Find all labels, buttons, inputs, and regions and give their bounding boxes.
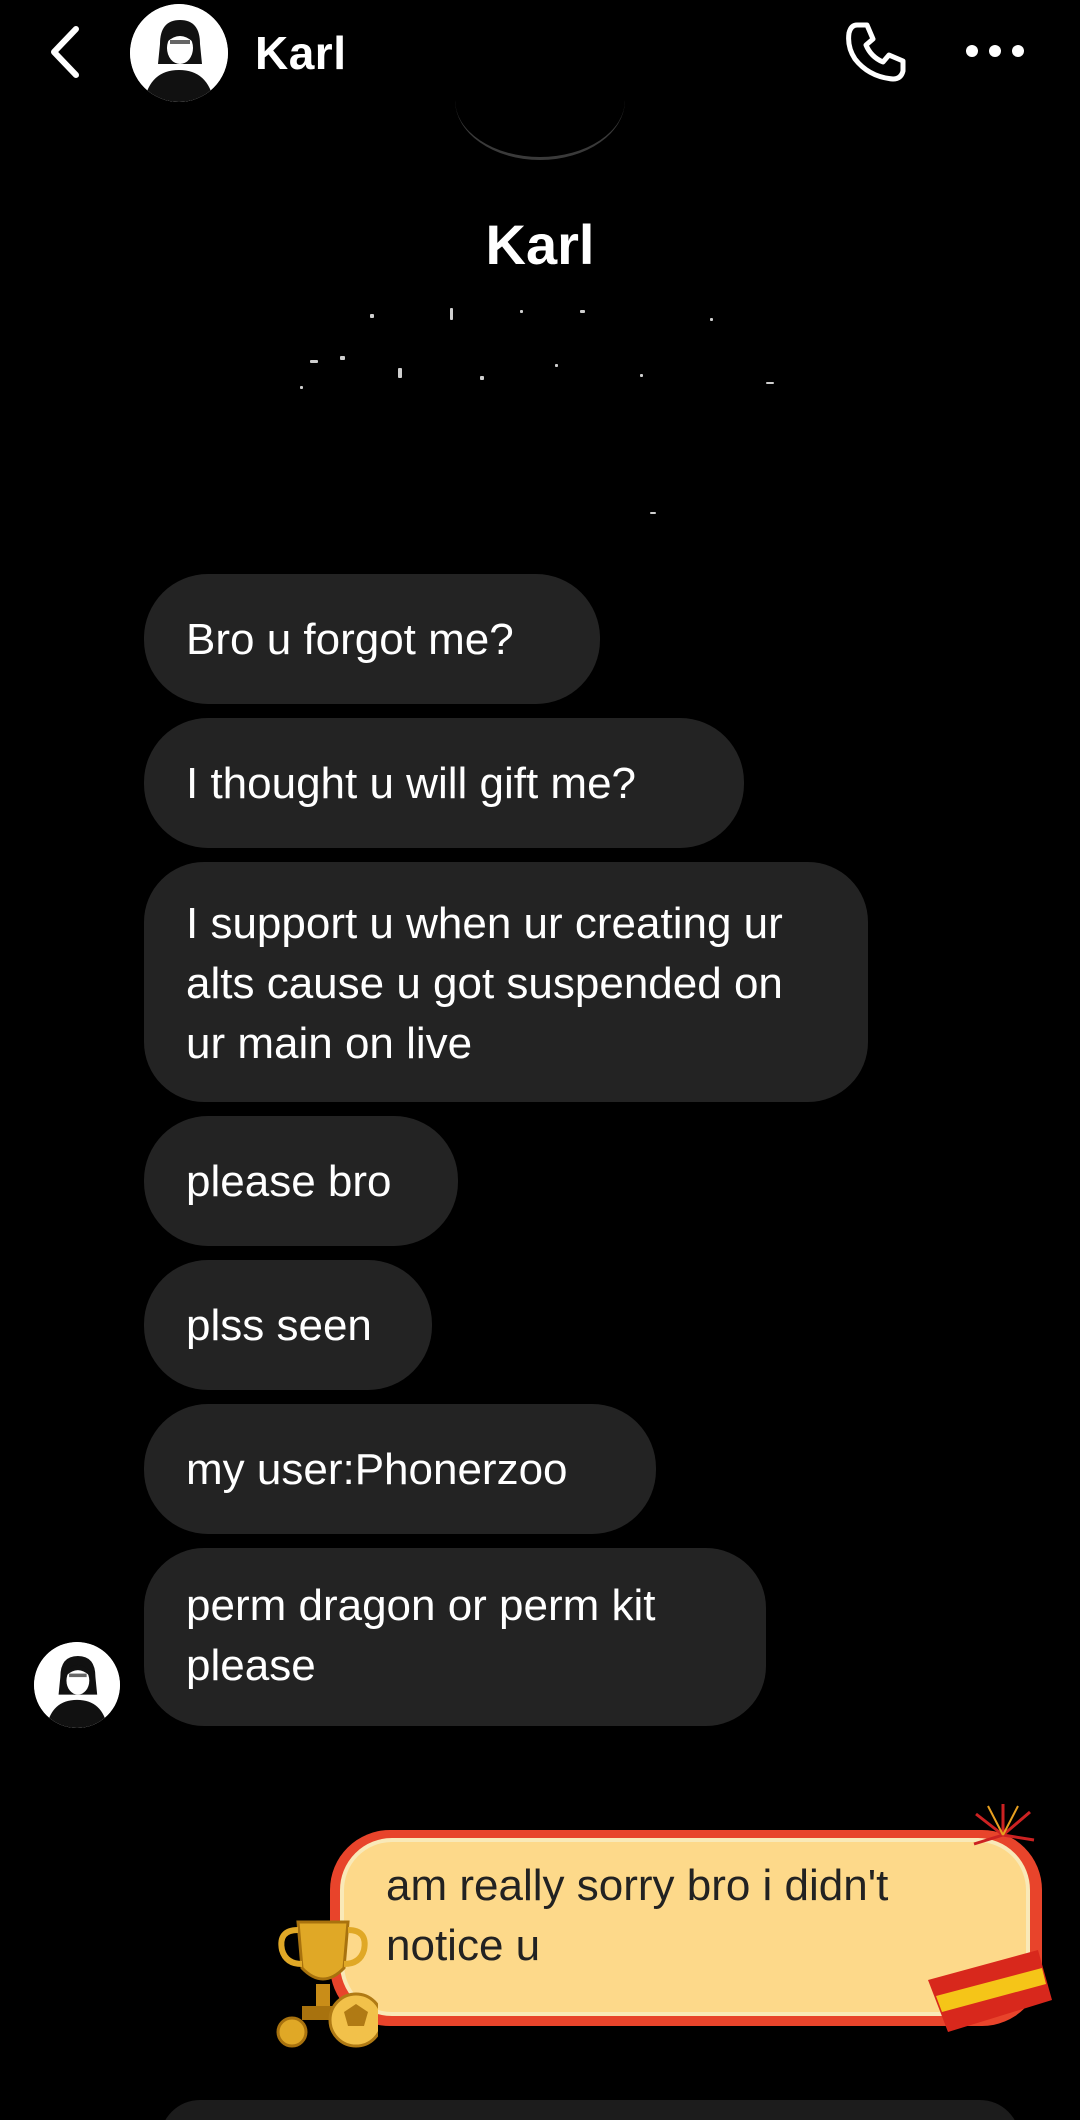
trophy-icon: [276, 1920, 378, 2048]
more-horizontal-icon: [966, 45, 1024, 57]
received-message[interactable]: please bro: [144, 1116, 458, 1246]
message-text: I support u when ur creating ur alts cau…: [186, 899, 783, 1068]
received-message[interactable]: I support u when ur creating ur alts cau…: [144, 862, 868, 1102]
chevron-left-icon: [51, 26, 79, 78]
next-message-edge: [160, 2100, 1020, 2120]
message-text: perm dragon or perm kit please: [186, 1581, 656, 1690]
obscured-profile-info: [280, 290, 800, 530]
received-message[interactable]: plss seen: [144, 1260, 432, 1390]
phone-icon: [846, 22, 906, 82]
received-message[interactable]: I thought u will gift me?: [144, 718, 744, 848]
received-message[interactable]: Bro u forgot me?: [144, 574, 600, 704]
received-message[interactable]: my user:Phonerzoo: [144, 1404, 656, 1534]
sender-avatar[interactable]: [34, 1642, 120, 1728]
message-text: Bro u forgot me?: [186, 615, 514, 664]
message-text: my user:Phonerzoo: [186, 1445, 568, 1494]
profile-avatar-edge: [455, 60, 625, 160]
profile-name: Karl: [485, 213, 595, 276]
received-message[interactable]: perm dragon or perm kit please: [144, 1548, 766, 1726]
more-options-button[interactable]: [960, 26, 1030, 76]
message-text: plss seen: [186, 1301, 372, 1350]
call-button[interactable]: [840, 16, 912, 88]
back-button[interactable]: [40, 22, 90, 82]
contact-avatar[interactable]: [130, 4, 228, 102]
sent-message-text: am really sorry bro i didn't notice u: [386, 1861, 889, 1970]
message-text: I thought u will gift me?: [186, 759, 637, 808]
contact-name[interactable]: Karl: [255, 26, 346, 80]
message-text: please bro: [186, 1157, 392, 1206]
